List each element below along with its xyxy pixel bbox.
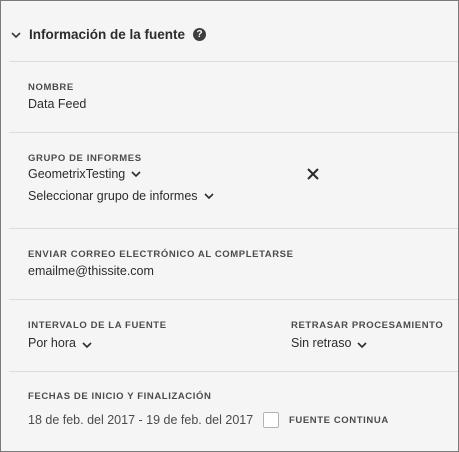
delay-label: RETRASAR PROCESAMIENTO <box>291 320 444 331</box>
chevron-down-icon <box>131 171 141 178</box>
delay-value: Sin retraso <box>291 336 352 350</box>
chevron-down-icon <box>82 342 92 349</box>
email-field[interactable]: emailme@thissite.com <box>28 264 154 278</box>
report-suite-dropdown[interactable]: GeometrixTesting <box>28 167 141 181</box>
divider <box>9 132 458 133</box>
name-value: Data Feed <box>28 97 87 111</box>
divider <box>9 61 458 62</box>
divider <box>9 228 458 229</box>
select-report-suite-dropdown[interactable]: Seleccionar grupo de informes <box>28 189 214 203</box>
dates-label: FECHAS DE INICIO Y FINALIZACIÓN <box>28 391 212 402</box>
continuous-feed-label: FUENTE CONTINUA <box>289 415 389 426</box>
date-range[interactable]: 18 de feb. del 2017 - 19 de feb. del 201… <box>28 413 253 427</box>
email-label: ENVIAR CORREO ELECTRÓNICO AL COMPLETARSE <box>28 249 294 260</box>
interval-value: Por hora <box>28 336 76 350</box>
select-report-suite-label: Seleccionar grupo de informes <box>28 189 198 203</box>
section-title: Información de la fuente <box>29 27 186 42</box>
divider <box>9 371 458 372</box>
report-suite-selected: GeometrixTesting <box>28 167 126 181</box>
interval-label: INTERVALO DE LA FUENTE <box>28 320 167 331</box>
help-icon[interactable]: ? <box>193 28 207 41</box>
continuous-feed-checkbox[interactable] <box>263 412 279 428</box>
delay-dropdown[interactable]: Sin retraso <box>291 336 368 350</box>
interval-dropdown[interactable]: Por hora <box>28 336 92 350</box>
chevron-down-icon <box>203 193 214 200</box>
feed-info-panel: Información de la fuente ? NOMBRE Data F… <box>0 0 459 452</box>
divider <box>9 299 458 300</box>
chevron-down-icon[interactable] <box>9 28 23 42</box>
report-suite-label: GRUPO DE INFORMES <box>28 153 142 164</box>
name-label: NOMBRE <box>28 82 74 93</box>
chevron-down-icon <box>357 342 368 349</box>
section-header[interactable]: Información de la fuente ? <box>9 27 207 42</box>
close-icon[interactable] <box>306 167 320 181</box>
